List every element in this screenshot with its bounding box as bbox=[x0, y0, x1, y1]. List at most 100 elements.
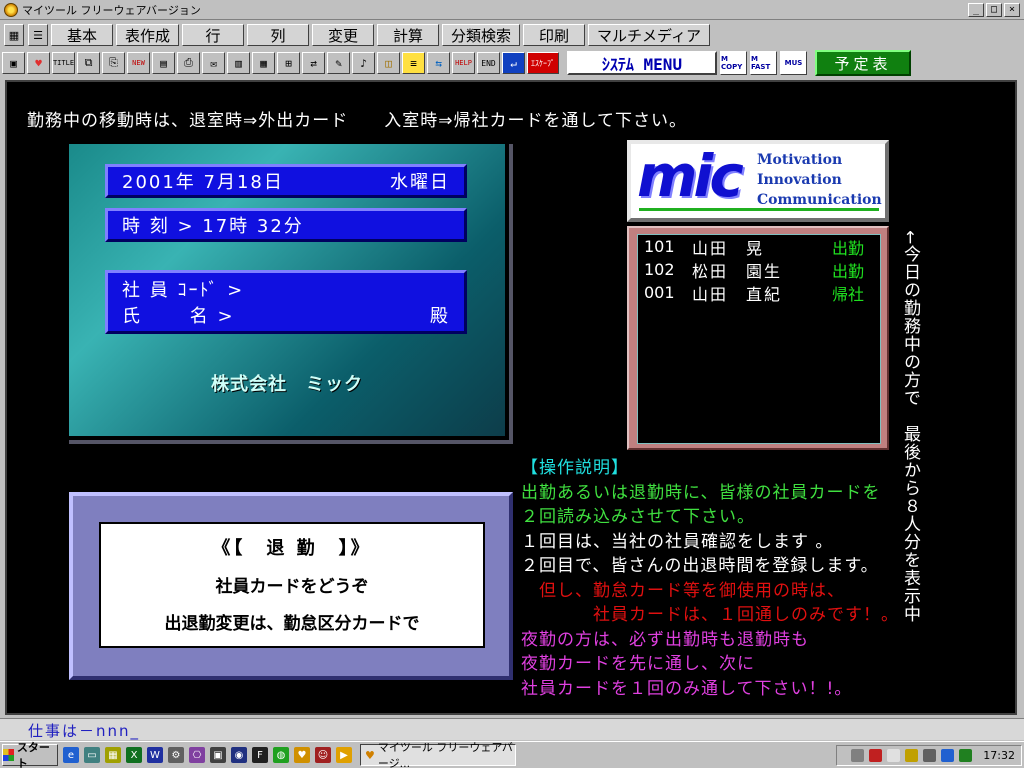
maximize-button[interactable]: □ bbox=[986, 2, 1002, 17]
menu-tab-multimedia[interactable]: マルチメディア bbox=[588, 24, 710, 46]
tray-tool-icon[interactable] bbox=[905, 749, 919, 762]
character-icon[interactable]: ☺ bbox=[315, 747, 331, 763]
menu-tab-basic[interactable]: 基本 bbox=[51, 24, 113, 46]
grid-icon[interactable]: ▦ bbox=[4, 24, 24, 46]
employee-code: 102 bbox=[644, 260, 675, 279]
card-panel: 《【 退 勤 】》 社員カードをどうぞ 出退勤変更は、勤怠区分カードで bbox=[69, 492, 513, 680]
tool-icon[interactable]: ⚙ bbox=[168, 747, 184, 763]
time-text: 時 刻 > 17時 32分 bbox=[122, 216, 304, 237]
app-icon bbox=[4, 2, 18, 17]
employee-bar: 社 員 ｺｰﾄﾞ > 氏 名 > 殿 bbox=[105, 270, 467, 334]
minimize-button[interactable]: _ bbox=[968, 2, 984, 17]
title-icon[interactable]: TITLE bbox=[52, 52, 75, 74]
instructions: 【操作説明】 出勤あるいは退勤時に、皆様の社員カードを ２回読み込みさせて下さい… bbox=[521, 456, 899, 701]
instruction-line: 夜勤の方は、必ず出勤時も退勤時も bbox=[521, 629, 809, 650]
printer-icon[interactable]: ⎙ bbox=[177, 52, 200, 74]
logo-underline bbox=[639, 208, 879, 211]
list-item: 101 山田 晃 出勤 bbox=[638, 235, 880, 258]
heart-icon: ♥ bbox=[365, 748, 375, 762]
book-icon[interactable]: ▥ bbox=[227, 52, 250, 74]
employee-name: 松田 園生 bbox=[692, 261, 783, 281]
open-book-icon[interactable]: ◫ bbox=[377, 52, 400, 74]
window-icon[interactable]: ▣ bbox=[2, 52, 25, 74]
transfer-icon[interactable]: ⇆ bbox=[427, 52, 450, 74]
menu-tab-table[interactable]: 表作成 bbox=[116, 24, 180, 46]
insert-icon[interactable]: ⊞ bbox=[277, 52, 300, 74]
m-copy-button[interactable]: M COPY bbox=[720, 51, 747, 75]
instruction-line: 社員カードを１回のみ通して下さい！!。 bbox=[521, 678, 853, 699]
menu-tab-search[interactable]: 分類検索 bbox=[442, 24, 521, 46]
network-tray-icon[interactable] bbox=[959, 749, 973, 762]
logo-word: Innovation bbox=[757, 172, 842, 188]
mouse-icon[interactable] bbox=[887, 749, 901, 762]
globe-icon[interactable]: ◍ bbox=[273, 747, 289, 763]
move-icon[interactable]: ⇄ bbox=[302, 52, 325, 74]
ie-tray-icon[interactable] bbox=[941, 749, 955, 762]
copy-icon[interactable]: ⧉ bbox=[77, 52, 100, 74]
menu-tab-calc[interactable]: 計算 bbox=[377, 24, 440, 46]
pencil-icon[interactable]: ✎ bbox=[327, 52, 350, 74]
chip-icon[interactable]: ▣ bbox=[210, 747, 226, 763]
status-strip: 仕事は－nnn_ bbox=[0, 718, 1024, 740]
tray-app-icon[interactable] bbox=[851, 749, 865, 762]
start-label: スタート bbox=[16, 741, 50, 768]
mytool-icon[interactable]: ♥ bbox=[294, 747, 310, 763]
menu-tab-change[interactable]: 変更 bbox=[312, 24, 375, 46]
system-menu-button[interactable]: ｼｽﾃﾑ MENU bbox=[567, 51, 717, 75]
table-icon[interactable]: ▦ bbox=[252, 52, 275, 74]
internet-explorer-icon[interactable]: e bbox=[63, 747, 79, 763]
logo-mark: mic bbox=[637, 142, 744, 210]
m-fast-button[interactable]: M FAST bbox=[750, 51, 777, 75]
app-quicklaunch-icon[interactable]: ▦ bbox=[105, 747, 121, 763]
return-icon[interactable]: ↵ bbox=[502, 52, 525, 74]
taskbar: スタート e ▭ ▦ X W ⚙ ⎔ ▣ ◉ F ◍ ♥ ☺ ▶ ♥ マイツール… bbox=[0, 741, 1024, 768]
document-icon[interactable]: ▤ bbox=[152, 52, 175, 74]
menu-bar: ▦ ☰ 基本 表作成 行 列 変更 計算 分類検索 印刷 マルチメディア bbox=[0, 22, 1024, 48]
menu-tab-row[interactable]: 行 bbox=[182, 24, 245, 46]
ftp-icon[interactable]: F bbox=[252, 747, 268, 763]
end-icon[interactable]: END bbox=[477, 52, 500, 74]
mus-button[interactable]: MUS bbox=[780, 51, 807, 75]
menu-tab-print[interactable]: 印刷 bbox=[523, 24, 586, 46]
window-controls: _ □ × bbox=[968, 2, 1020, 17]
card-prompt: 社員カードをどうぞ bbox=[215, 577, 369, 597]
speaker-icon[interactable]: ♪ bbox=[352, 52, 375, 74]
list-side-note: ←今日の勤務中の方で 最後から８人分を表示中 bbox=[900, 230, 920, 624]
escape-button[interactable]: ｴｽｹｰﾌﾟ bbox=[527, 52, 559, 74]
attendance-list: 101 山田 晃 出勤 102 松田 園生 出勤 001 山田 直紀 帰社 bbox=[637, 234, 881, 444]
word-icon[interactable]: W bbox=[147, 747, 163, 763]
help-icon[interactable]: HELP bbox=[452, 52, 475, 74]
start-button[interactable]: スタート bbox=[2, 741, 58, 768]
title-bar: マイツール フリーウェアバージョン _ □ × bbox=[0, 0, 1024, 20]
attendance-status: 出勤 bbox=[832, 238, 865, 258]
window-title: マイツール フリーウェアバージョン bbox=[22, 3, 201, 17]
clock-mode-label: 《【 退 勤 】》 bbox=[212, 538, 372, 559]
main-screen: 勤務中の移動時は、退室時⇒外出カード 入室時⇒帰社カードを通して下さい。 200… bbox=[5, 80, 1017, 715]
company-name: 株式会社 ミック bbox=[211, 374, 363, 395]
new-icon[interactable]: NEW bbox=[127, 52, 150, 74]
desktop-icon[interactable]: ▭ bbox=[84, 747, 100, 763]
company-logo: mic Motivation Innovation Communication bbox=[627, 140, 889, 222]
fax-icon[interactable]: ✉ bbox=[202, 52, 225, 74]
media-player-icon[interactable]: ▶ bbox=[336, 747, 352, 763]
task-label: マイツール フリーウェアバージ... bbox=[377, 741, 513, 768]
clock: 17:32 bbox=[983, 749, 1015, 762]
memo-icon[interactable]: ≡ bbox=[402, 52, 425, 74]
menu-tab-column[interactable]: 列 bbox=[247, 24, 310, 46]
layout-icon[interactable]: ☰ bbox=[28, 24, 48, 46]
excel-icon[interactable]: X bbox=[126, 747, 142, 763]
employee-code-label: 社 員 ｺｰﾄﾞ > bbox=[122, 280, 245, 301]
taskbar-window-button[interactable]: ♥ マイツール フリーウェアバージ... bbox=[360, 741, 516, 768]
card-prompt-box: 《【 退 勤 】》 社員カードをどうぞ 出退勤変更は、勤怠区分カードで bbox=[99, 522, 485, 648]
instructions-heading: 【操作説明】 bbox=[521, 458, 629, 478]
weekday-text: 水曜日 bbox=[390, 172, 450, 193]
disc-icon[interactable]: ◉ bbox=[231, 747, 247, 763]
paste-icon[interactable]: ⎘ bbox=[102, 52, 125, 74]
logo-word: Communication bbox=[757, 192, 882, 208]
heart-icon[interactable]: ♥ bbox=[27, 52, 50, 74]
close-button[interactable]: × bbox=[1004, 2, 1020, 17]
network-icon[interactable]: ⎔ bbox=[189, 747, 205, 763]
volume-icon[interactable] bbox=[923, 749, 937, 762]
pen-icon[interactable] bbox=[869, 749, 883, 762]
schedule-button[interactable]: 予定表 bbox=[815, 50, 911, 76]
